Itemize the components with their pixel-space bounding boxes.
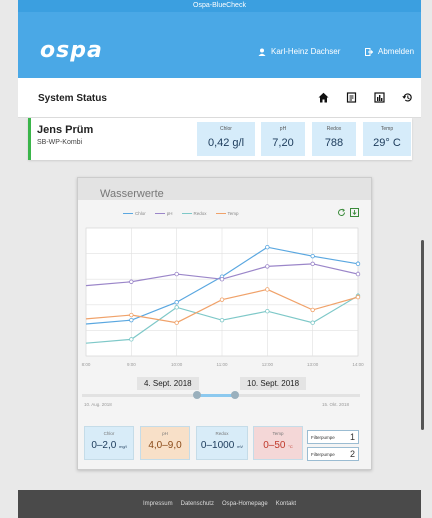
range-slider-fill — [197, 394, 235, 397]
data-point-chlor — [355, 261, 361, 267]
summary-label: Chlor — [103, 431, 115, 436]
data-point-ph — [355, 271, 361, 277]
scrollbar[interactable] — [421, 240, 424, 430]
data-point-temp — [310, 307, 315, 313]
range-min-label: 10. Aug. 2018 — [84, 402, 112, 407]
data-point-temp — [174, 320, 179, 325]
pump-number: 1 — [349, 432, 355, 442]
data-point-redox — [129, 337, 134, 342]
summary-temp: Temp 0–50 °C — [253, 426, 303, 460]
data-point-ph — [310, 261, 315, 267]
data-point-ph — [129, 279, 134, 284]
summary-unit: °C — [288, 444, 293, 449]
x-tick-label: 9:00 — [127, 362, 136, 367]
data-point-ph — [219, 277, 225, 282]
summary-value: 0–50 °C — [254, 440, 302, 451]
pump-label: Filterpumpe — [311, 434, 335, 440]
x-tick-label: 14:00 — [352, 362, 364, 367]
data-point-ph — [174, 271, 179, 277]
pump-label: Filterpumpe — [311, 451, 335, 457]
summary-ph: pH 4,0–9,0 — [140, 426, 190, 460]
summary-label: pH — [162, 431, 168, 436]
data-point-redox — [174, 305, 179, 310]
data-point-temp — [219, 297, 225, 302]
data-point-chlor — [265, 244, 270, 250]
x-tick-label: 12:00 — [262, 362, 274, 367]
range-max-label: 15. Okt. 2018 — [322, 402, 350, 407]
range-slider-end-handle[interactable] — [231, 391, 239, 399]
summary-unit: mg/l — [119, 444, 127, 449]
footer: Impressum Datenschutz Ospa-Homepage Kont… — [18, 490, 421, 518]
data-point-redox — [219, 317, 225, 323]
x-tick-label: 8:00 — [82, 362, 91, 367]
summary-label: Temp — [272, 431, 284, 436]
summary-range: 0–1000 — [200, 440, 235, 451]
range-slider-start-handle[interactable] — [193, 391, 201, 399]
range-start-date[interactable]: 4. Sept. 2018 — [137, 377, 199, 390]
summary-redox: Redox 0–1000 mV — [196, 426, 248, 460]
summary-label: Redox — [215, 431, 229, 436]
pump-number: 2 — [349, 449, 355, 459]
data-point-temp — [129, 312, 134, 318]
footer-link-kontakt[interactable]: Kontakt — [276, 501, 296, 507]
x-tick-label: 10:00 — [171, 362, 183, 367]
summary-range: 4,0–9,0 — [148, 440, 182, 451]
summary-chlor: Chlor 0–2,0 mg/l — [84, 426, 134, 460]
range-end-date[interactable]: 10. Sept. 2018 — [240, 377, 307, 390]
filter-pump-2-button[interactable]: Filterpumpe 2 — [307, 447, 359, 461]
footer-link-datenschutz[interactable]: Datenschutz — [181, 501, 214, 507]
x-tick-label: 13:00 — [307, 362, 319, 367]
summary-value: 0–1000 mV — [197, 440, 247, 451]
summary-range: 0–50 — [263, 440, 286, 451]
summary-value: 0–2,0 mg/l — [85, 440, 133, 451]
data-point-temp — [265, 287, 270, 292]
x-tick-label: 11:00 — [217, 362, 228, 367]
data-point-chlor — [174, 300, 179, 305]
data-point-redox — [310, 320, 315, 325]
data-point-redox — [265, 309, 270, 314]
data-point-chlor — [310, 253, 315, 259]
summary-range: 0–2,0 — [91, 440, 117, 451]
data-point-chlor — [129, 317, 134, 323]
filter-pump-1-button[interactable]: Filterpumpe 1 — [307, 430, 359, 444]
data-point-temp — [355, 294, 361, 300]
summary-unit: mV — [237, 444, 244, 449]
footer-link-homepage[interactable]: Ospa-Homepage — [222, 501, 268, 507]
footer-link-impressum[interactable]: Impressum — [143, 501, 173, 507]
data-point-ph — [265, 264, 270, 269]
summary-value: 4,0–9,0 — [141, 440, 189, 451]
